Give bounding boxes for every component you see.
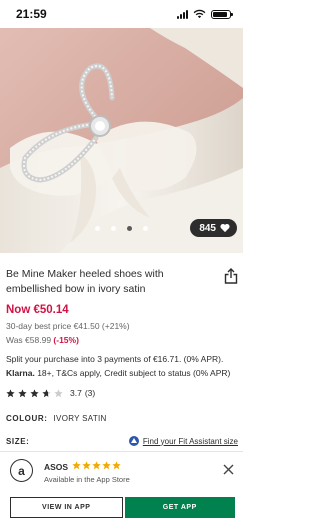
app-subtitle: Available in the App Store <box>44 475 130 484</box>
was-price-label: Was €58.99 <box>6 335 54 345</box>
gallery-dot[interactable] <box>143 226 148 231</box>
wifi-icon <box>193 9 206 19</box>
size-row: SIZE: Find your Fit Assistant size <box>6 436 238 448</box>
gallery-dot-active[interactable] <box>127 226 132 231</box>
product-title: Be Mine Maker heeled shoes with embellis… <box>6 268 164 295</box>
discount-percent: (-15%) <box>53 335 79 345</box>
star-icon <box>30 388 39 397</box>
app-banner-buttons: VIEW IN APP GET APP <box>10 497 235 518</box>
rating-count: (3) <box>84 388 96 398</box>
app-download-banner: a ASOS Available in the App Store VIEW I… <box>0 451 243 525</box>
colour-label: COLOUR: <box>6 414 48 423</box>
view-in-app-button[interactable]: VIEW IN APP <box>10 497 123 518</box>
share-icon[interactable] <box>224 268 238 284</box>
rating-value: 3.7 <box>70 388 82 398</box>
colour-value: IVORY SATIN <box>53 414 107 423</box>
heart-icon <box>220 223 230 233</box>
klarna-brand: Klarna. <box>6 368 35 378</box>
star-icon <box>18 388 27 397</box>
save-count: 845 <box>199 222 216 234</box>
star-icon <box>92 461 101 470</box>
status-icons <box>177 9 233 19</box>
size-label: SIZE: <box>6 437 30 446</box>
star-icon <box>54 388 63 397</box>
star-icon <box>102 461 111 470</box>
gallery-dot[interactable] <box>111 226 116 231</box>
split-payment-info: Split your purchase into 3 payments of €… <box>6 354 224 364</box>
app-stars <box>72 461 121 470</box>
product-rating[interactable]: 3.7 (3) <box>6 388 95 398</box>
fit-assistant-link[interactable]: Find your Fit Assistant size <box>128 436 238 446</box>
gallery-dot[interactable] <box>95 226 100 231</box>
get-app-button[interactable]: GET APP <box>124 497 235 518</box>
klarna-info: Klarna. 18+, T&Cs apply, Credit subject … <box>6 368 230 378</box>
fit-assistant-icon <box>128 436 139 446</box>
current-price: Now €50.14 <box>6 304 69 316</box>
star-icon <box>72 461 81 470</box>
cellular-signal-icon <box>177 9 188 19</box>
product-title-row: Be Mine Maker heeled shoes with embellis… <box>6 267 238 297</box>
colour-row: COLOUR: IVORY SATIN <box>6 414 107 423</box>
product-image-gallery[interactable]: 845 <box>0 28 243 253</box>
best-price-note: 30-day best price €41.50 (+21%) <box>6 321 130 331</box>
battery-icon <box>211 9 233 19</box>
status-time: 21:59 <box>16 7 47 21</box>
star-icon <box>42 388 51 397</box>
was-price: Was €58.99 (-15%) <box>6 335 79 345</box>
star-icon <box>82 461 91 470</box>
close-icon[interactable] <box>223 464 234 475</box>
status-bar: 21:59 <box>0 0 243 28</box>
star-icon <box>6 388 15 397</box>
asos-logo-icon: a <box>10 459 33 482</box>
rating-stars <box>6 388 63 398</box>
klarna-terms: 18+, T&Cs apply, Credit subject to statu… <box>34 368 231 378</box>
save-for-later-button[interactable]: 845 <box>190 219 237 237</box>
app-name: ASOS <box>44 462 69 472</box>
fit-assistant-label: Find your Fit Assistant size <box>142 436 238 446</box>
star-icon <box>112 461 121 470</box>
